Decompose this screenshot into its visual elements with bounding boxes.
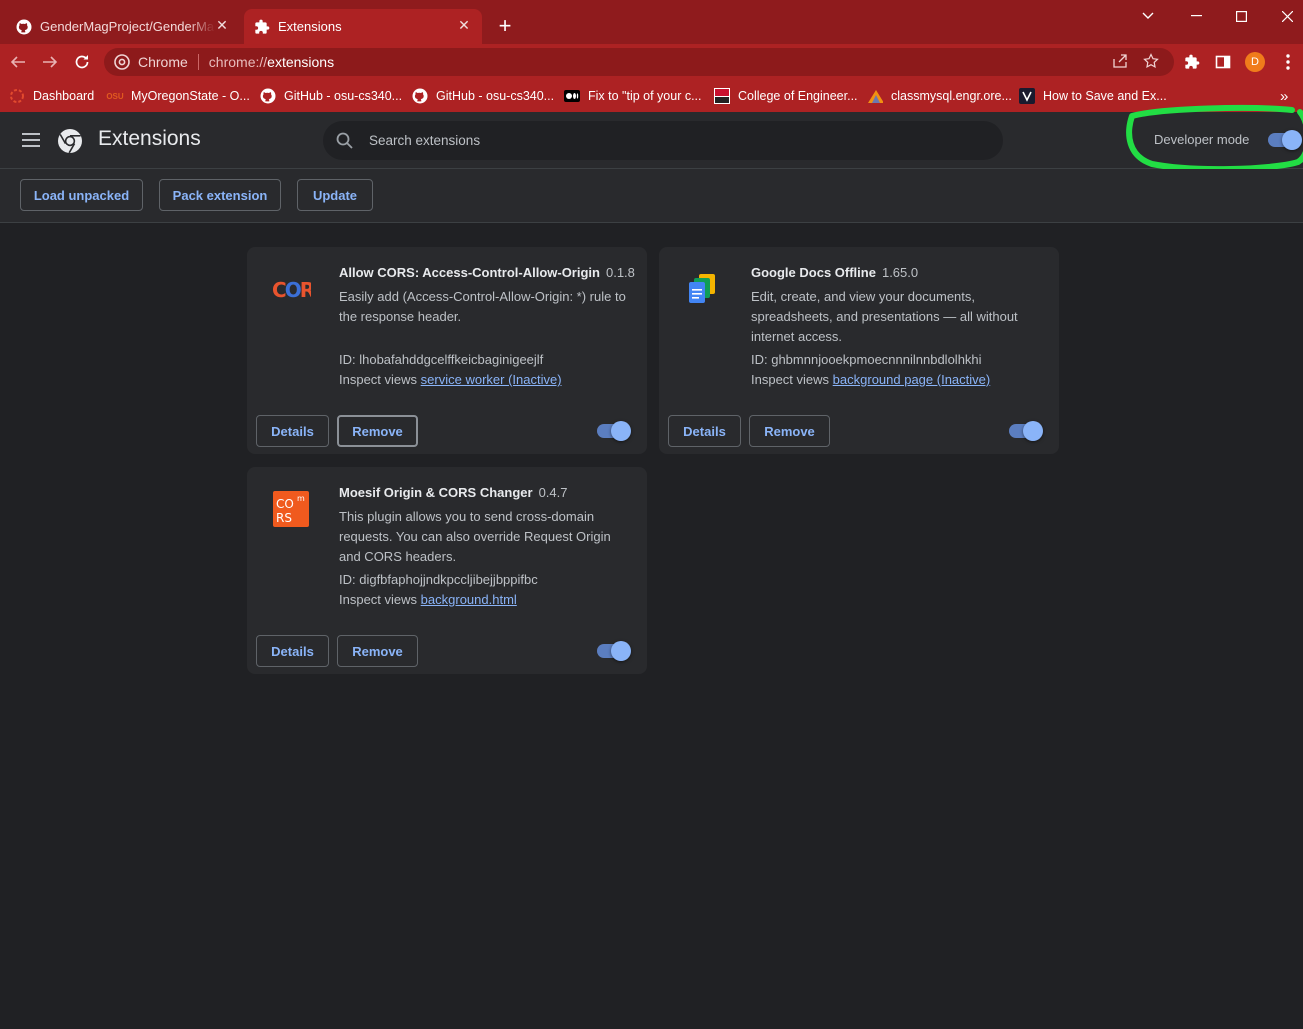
remove-button[interactable]: Remove: [337, 635, 418, 667]
update-button[interactable]: Update: [297, 179, 373, 211]
reload-icon[interactable]: [70, 50, 94, 74]
bookmark-item[interactable]: classmysql.engr.ore...: [867, 86, 1012, 106]
inspect-link[interactable]: service worker (Inactive): [421, 372, 562, 387]
back-arrow-icon[interactable]: [6, 50, 30, 74]
page-title: Extensions: [98, 127, 201, 150]
extension-description: Easily add (Access-Control-Allow-Origin:…: [339, 289, 626, 324]
remove-button[interactable]: Remove: [337, 415, 418, 447]
bookmark-item[interactable]: How to Save and Ex...: [1019, 86, 1167, 106]
search-box[interactable]: [323, 121, 1003, 160]
chrome-icon: [114, 54, 130, 70]
address-bar[interactable]: Chrome chrome://extensions: [104, 48, 1174, 76]
inspect-link[interactable]: background.html: [421, 592, 517, 607]
google-docs-logo-icon: [683, 269, 723, 309]
extension-enable-toggle[interactable]: [597, 641, 631, 661]
tab-title: GenderMagProject/GenderMagR: [40, 19, 215, 34]
github-icon: [412, 88, 428, 104]
inspect-views: Inspect views service worker (Inactive): [339, 372, 562, 387]
url-text: chrome://extensions: [208, 54, 335, 70]
phpmyadmin-icon: [867, 88, 883, 104]
details-button[interactable]: Details: [668, 415, 741, 447]
close-window-icon[interactable]: [1264, 4, 1303, 28]
tab-gendermag[interactable]: GenderMagProject/GenderMagR ✕: [8, 9, 240, 44]
details-button[interactable]: Details: [256, 635, 329, 667]
extension-description: This plugin allows you to send cross-dom…: [339, 509, 611, 564]
close-tab-icon[interactable]: ✕: [214, 17, 230, 33]
extension-enable-toggle[interactable]: [1009, 421, 1043, 441]
svg-text:CO: CO: [276, 497, 294, 511]
extension-name: Google Docs Offline 1.65.0: [751, 265, 919, 280]
action-bar: Load unpacked Pack extension Update: [0, 169, 1303, 223]
remove-button[interactable]: Remove: [749, 415, 830, 447]
search-input[interactable]: [369, 133, 929, 148]
chrome-logo-icon: [57, 128, 83, 154]
bookmark-item[interactable]: Dashboard: [9, 86, 94, 106]
profile-avatar[interactable]: D: [1245, 52, 1265, 72]
extension-enable-toggle[interactable]: [597, 421, 631, 441]
tab-search-icon[interactable]: [1125, 4, 1171, 28]
maximize-icon[interactable]: [1218, 4, 1264, 28]
pack-extension-button[interactable]: Pack extension: [159, 179, 281, 211]
inspect-views: Inspect views background.html: [339, 592, 517, 607]
extension-card-google-docs-offline: Google Docs Offline 1.65.0 Edit, create, …: [659, 247, 1059, 454]
svg-text:m: m: [297, 494, 305, 503]
allow-cors-logo-icon: CORS: [271, 269, 311, 309]
moesif-logo-icon: CO RS m: [271, 489, 311, 529]
share-icon[interactable]: [1111, 53, 1129, 71]
osu-icon: OSU: [106, 91, 124, 101]
site-info[interactable]: Chrome: [114, 54, 188, 70]
bookmark-star-icon[interactable]: [1142, 53, 1160, 71]
tab-extensions[interactable]: Extensions ✕: [244, 9, 482, 44]
close-tab-icon[interactable]: ✕: [456, 17, 472, 33]
bookmark-item[interactable]: GitHub - osu-cs340...: [260, 86, 402, 106]
browser-toolbar: Chrome chrome://extensions D: [0, 44, 1303, 80]
more-bookmarks-icon[interactable]: »: [1280, 86, 1288, 106]
extensions-header: Extensions Developer mode: [0, 112, 1303, 169]
new-tab-icon[interactable]: +: [494, 15, 516, 38]
extension-card-allow-cors: CORS Allow CORS: Access-Control-Allow-Or…: [247, 247, 647, 454]
kebab-menu-icon[interactable]: [1276, 50, 1300, 74]
extension-id: ID: ghbmnnjooekpmoecnnnilnnbdlolhkhi: [751, 352, 982, 367]
extension-id: ID: digfbfaphojjndkpccljibejjbppifbc: [339, 572, 538, 587]
bookmark-item[interactable]: Fix to "tip of your c...: [564, 86, 702, 106]
divider: [197, 54, 199, 70]
load-unpacked-button[interactable]: Load unpacked: [20, 179, 143, 211]
bookmark-item[interactable]: OSU MyOregonState - O...: [106, 86, 249, 106]
site-label: Chrome: [138, 54, 188, 70]
bookmark-item[interactable]: College of Engineer...: [714, 86, 858, 106]
medium-icon: [564, 88, 580, 104]
side-panel-icon[interactable]: [1211, 50, 1235, 74]
inspect-views: Inspect views background page (Inactive): [751, 372, 991, 387]
forward-arrow-icon[interactable]: [38, 50, 62, 74]
coe-icon: [714, 88, 730, 104]
search-icon: [335, 131, 355, 151]
developer-mode-toggle[interactable]: [1268, 130, 1302, 150]
extension-name: Allow CORS: Access-Control-Allow-Origin 0…: [339, 265, 635, 280]
extension-version: 0.1.8: [605, 265, 635, 280]
bookmark-item[interactable]: GitHub - osu-cs340...: [412, 86, 554, 106]
extension-card-moesif: CO RS m Moesif Origin & CORS Changer 0.4.7 …: [247, 467, 647, 674]
canvas-icon: [9, 88, 25, 104]
inspect-link[interactable]: background page (Inactive): [833, 372, 991, 387]
github-icon: [260, 88, 276, 104]
vim-icon: [1019, 88, 1035, 104]
svg-text:CORS: CORS: [272, 278, 311, 302]
tab-title: Extensions: [278, 19, 342, 34]
extension-description: Edit, create, and view your documents, s…: [751, 289, 1018, 344]
details-button[interactable]: Details: [256, 415, 329, 447]
extension-id: ID: lhobafahddgcelffkeicbaginigeejlf: [339, 352, 544, 367]
bookmarks-bar: Dashboard OSU MyOregonState - O... GitHu…: [0, 80, 1303, 112]
extension-version: 0.4.7: [538, 485, 568, 500]
tab-strip: GenderMagProject/GenderMagR ✕ Extensions…: [0, 0, 1303, 44]
github-icon: [16, 19, 32, 35]
puzzle-icon: [254, 19, 270, 35]
extension-version: 1.65.0: [881, 265, 919, 280]
extensions-puzzle-icon[interactable]: [1180, 50, 1204, 74]
hamburger-menu-icon[interactable]: [22, 130, 44, 152]
svg-text:RS: RS: [276, 511, 292, 525]
extension-name: Moesif Origin & CORS Changer 0.4.7: [339, 485, 568, 500]
developer-mode-label: Developer mode: [1154, 132, 1250, 147]
minimize-icon[interactable]: [1173, 4, 1219, 28]
